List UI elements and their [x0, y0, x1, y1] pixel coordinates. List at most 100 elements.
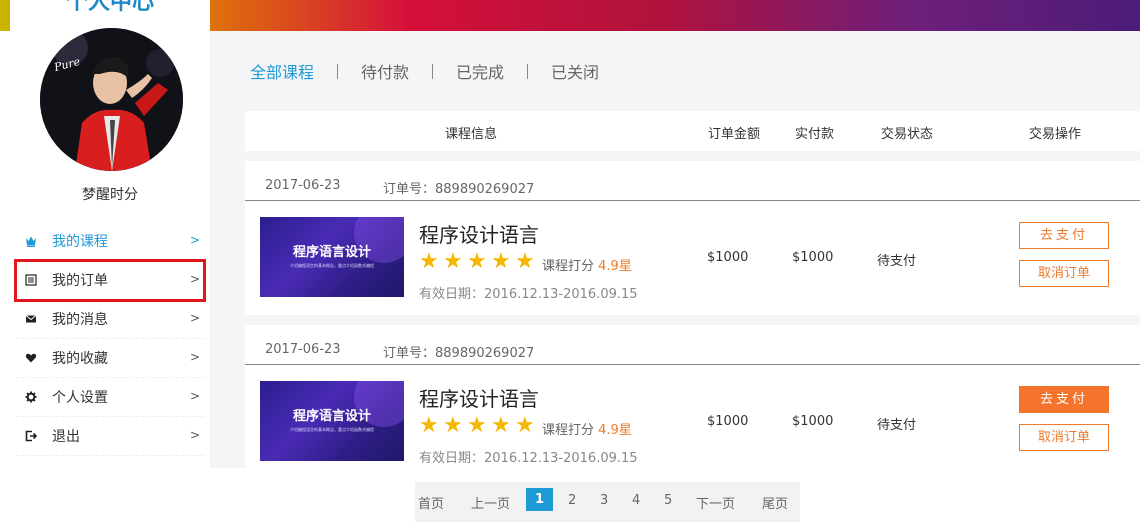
valid-period: 有效日期：2016.12.13-2016.09.15 — [419, 287, 638, 302]
sidebar-menu: 我的课程 > 我的订单 > 我的消息 > 我的收藏 > 个人设置 > 退出 > — [14, 222, 206, 456]
course-thumbnail[interactable]: 程序语言设计 介绍编程语言的基本概念，重点介绍函数式编程 — [260, 381, 404, 461]
order-amount: $1000 — [707, 250, 749, 265]
paid-amount: $1000 — [792, 414, 834, 429]
valid-period: 有效日期：2016.12.13-2016.09.15 — [419, 451, 638, 466]
pay-button[interactable]: 去支付 — [1019, 386, 1109, 413]
star-icon: ★ — [443, 413, 463, 438]
header-course-info: 课程信息 — [445, 127, 498, 142]
rating-label: 课程打分 4.9星 — [542, 255, 632, 274]
tab-closed[interactable]: 已关闭 — [551, 59, 599, 83]
rating-label-text: 课程打分 — [542, 259, 595, 274]
sidebar-item-label: 我的订单 — [52, 273, 108, 289]
logout-icon — [24, 429, 38, 443]
sidebar-item-logout[interactable]: 退出 > — [16, 417, 204, 456]
sidebar-item-my-messages[interactable]: 我的消息 > — [16, 300, 204, 339]
page-number[interactable]: 5 — [664, 493, 672, 508]
header-paid-amount: 实付款 — [795, 127, 835, 142]
cancel-order-button[interactable]: 取消订单 — [1019, 260, 1109, 287]
header-status: 交易状态 — [881, 127, 934, 142]
rating-value: 4.9星 — [598, 423, 632, 438]
order-header: 2017-06-23 订单号：889890269027 — [245, 325, 1140, 365]
course-thumbnail[interactable]: 程序语言设计 介绍编程语言的基本概念，重点介绍函数式编程 — [260, 217, 404, 297]
thumbnail-subtitle: 介绍编程语言的基本概念，重点介绍函数式编程 — [290, 427, 374, 432]
pagination: 首页 上一页 1 2 3 4 5 下一页 尾页 — [415, 482, 800, 522]
chevron-right-icon: > — [189, 428, 200, 442]
order-card: 2017-06-23 订单号：889890269027 程序语言设计 介绍编程语… — [245, 325, 1140, 479]
tab-pending-payment[interactable]: 待付款 — [361, 59, 409, 83]
last-page-link[interactable]: 尾页 — [762, 493, 788, 512]
order-status: 待支付 — [877, 418, 917, 433]
star-icon: ★ — [515, 413, 535, 438]
pay-button[interactable]: 去支付 — [1019, 222, 1109, 249]
page-number-current[interactable]: 1 — [526, 488, 553, 511]
envelope-icon — [24, 312, 38, 326]
rating-value: 4.9星 — [598, 259, 632, 274]
course-name[interactable]: 程序设计语言 — [419, 383, 539, 412]
sidebar-item-label: 个人设置 — [52, 390, 108, 406]
sidebar-item-settings[interactable]: 个人设置 > — [16, 378, 204, 417]
cancel-order-button[interactable]: 取消订单 — [1019, 424, 1109, 451]
rating-stars: ★ ★ ★ ★ ★ — [419, 251, 539, 273]
tab-divider — [337, 63, 339, 79]
course-name[interactable]: 程序设计语言 — [419, 219, 539, 248]
star-icon: ★ — [419, 413, 439, 438]
order-header: 2017-06-23 订单号：889890269027 — [245, 161, 1140, 201]
sidebar-item-label: 退出 — [52, 429, 80, 445]
next-page-link[interactable]: 下一页 — [696, 493, 735, 512]
star-icon: ★ — [491, 413, 511, 438]
thumbnail-title: 程序语言设计 — [292, 245, 371, 260]
thumbnail-subtitle: 介绍编程语言的基本概念，重点介绍函数式编程 — [290, 263, 374, 268]
sidebar-item-my-orders[interactable]: 我的订单 > — [14, 259, 206, 302]
prev-page-link[interactable]: 上一页 — [471, 493, 510, 512]
order-amount: $1000 — [707, 414, 749, 429]
list-icon — [24, 273, 38, 287]
chevron-right-icon: > — [189, 233, 200, 247]
first-page-link[interactable]: 首页 — [418, 493, 444, 512]
page-number[interactable]: 4 — [632, 493, 640, 508]
page-number[interactable]: 3 — [600, 493, 608, 508]
page-number[interactable]: 2 — [568, 493, 576, 508]
main-content: 全部课程 待付款 已完成 已关闭 课程信息 订单金额 实付款 交易状态 交易操作… — [210, 31, 1140, 479]
chevron-right-icon: > — [189, 311, 200, 325]
rating-label-text: 课程打分 — [542, 423, 595, 438]
heart-icon — [24, 351, 38, 365]
gear-icon — [24, 390, 38, 404]
order-date: 2017-06-23 — [265, 342, 341, 357]
order-tabs: 全部课程 待付款 已完成 已关闭 — [250, 59, 599, 83]
chevron-right-icon: > — [189, 389, 200, 403]
sidebar-item-label: 我的消息 — [52, 312, 108, 328]
paid-amount: $1000 — [792, 250, 834, 265]
table-header: 课程信息 订单金额 实付款 交易状态 交易操作 — [245, 111, 1140, 151]
sidebar-item-my-courses[interactable]: 我的课程 > — [16, 222, 204, 261]
sidebar-item-label: 我的课程 — [52, 234, 108, 250]
star-icon: ★ — [467, 249, 487, 274]
sidebar-item-label: 我的收藏 — [52, 351, 108, 367]
star-icon: ★ — [443, 249, 463, 274]
order-date: 2017-06-23 — [265, 178, 341, 193]
chevron-right-icon: > — [189, 272, 200, 286]
header-actions: 交易操作 — [1029, 127, 1082, 142]
tab-divider — [527, 63, 529, 79]
rating-label: 课程打分 4.9星 — [542, 419, 632, 438]
star-icon: ★ — [467, 413, 487, 438]
header-order-amount: 订单金额 — [708, 127, 761, 142]
avatar[interactable]: Pure — [40, 28, 183, 171]
order-card: 2017-06-23 订单号：889890269027 程序语言设计 介绍编程语… — [245, 161, 1140, 315]
crown-icon — [24, 234, 38, 248]
sidebar-title: 个人中心 — [65, 0, 154, 15]
tab-completed[interactable]: 已完成 — [456, 59, 504, 83]
tab-all-courses[interactable]: 全部课程 — [250, 59, 314, 83]
sidebar: 个人中心 Pure 梦醒时分 我的课程 > 我的订单 > 我的消息 > 我的收藏… — [10, 0, 210, 468]
rating-stars: ★ ★ ★ ★ ★ — [419, 415, 539, 437]
order-number: 订单号：889890269027 — [383, 182, 535, 197]
username: 梦醒时分 — [82, 187, 138, 203]
star-icon: ★ — [515, 249, 535, 274]
chevron-right-icon: > — [189, 350, 200, 364]
thumbnail-title: 程序语言设计 — [292, 409, 371, 424]
star-icon: ★ — [419, 249, 439, 274]
star-icon: ★ — [491, 249, 511, 274]
tab-divider — [432, 63, 434, 79]
sidebar-item-my-favorites[interactable]: 我的收藏 > — [16, 339, 204, 378]
order-status: 待支付 — [877, 254, 917, 269]
order-number: 订单号：889890269027 — [383, 346, 535, 361]
